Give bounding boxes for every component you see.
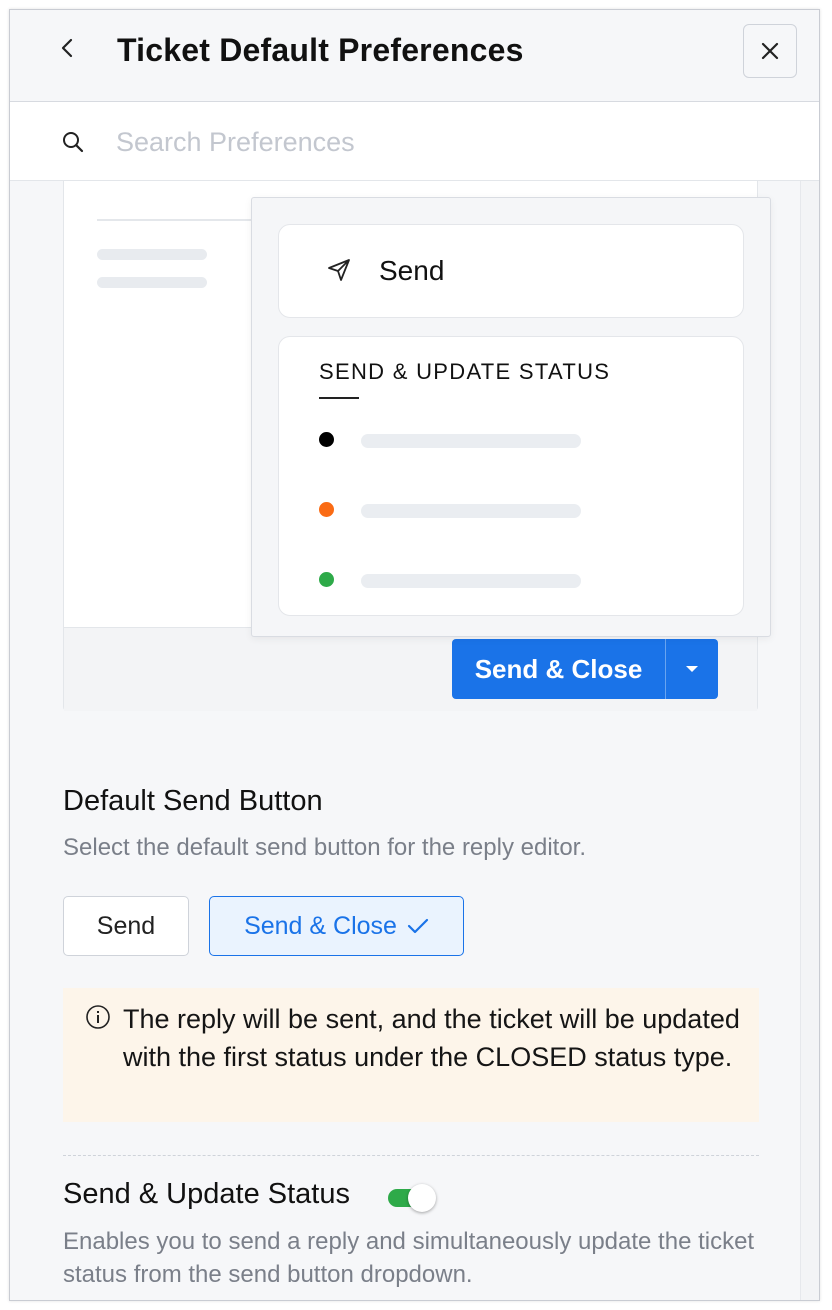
status-placeholder [361, 434, 581, 448]
status-placeholder [361, 574, 581, 588]
status-placeholder [361, 504, 581, 518]
send-button-preview: Send & Close Send SEND & UPDATE STATUS [63, 181, 771, 711]
preview-placeholder-line [97, 277, 207, 288]
option-send-label: Send [96, 911, 156, 940]
send-close-split-button[interactable]: Send & Close [452, 639, 718, 699]
status-option[interactable] [319, 429, 619, 449]
status-dot [319, 502, 334, 517]
dropdown-status-section: SEND & UPDATE STATUS [278, 336, 744, 616]
scrollbar[interactable] [800, 181, 819, 1300]
close-button[interactable] [743, 24, 797, 78]
send-update-status-description: Enables you to send a reply and simultan… [63, 1228, 755, 1288]
search-bar [10, 102, 819, 181]
send-dropdown-menu: Send SEND & UPDATE STATUS [251, 197, 771, 637]
dropdown-send-label: Send [379, 255, 445, 286]
send-update-status-toggle[interactable] [388, 1183, 436, 1213]
page-title: Ticket Default Preferences [117, 32, 524, 68]
info-text: The reply will be sent, and the ticket w… [123, 1004, 740, 1072]
option-send-button[interactable]: Send [63, 896, 189, 956]
status-option[interactable] [319, 499, 619, 519]
info-message: The reply will be sent, and the ticket w… [63, 988, 759, 1122]
default-send-button-title: Default Send Button [63, 785, 323, 817]
option-send-close-button[interactable]: Send & Close [209, 896, 464, 956]
panel-header: Ticket Default Preferences [10, 10, 819, 102]
status-dot [319, 432, 334, 447]
back-arrow-icon[interactable] [56, 36, 80, 60]
heading-underline [319, 397, 359, 399]
caret-down-icon [686, 666, 698, 672]
option-send-close-label: Send & Close [244, 911, 397, 940]
dropdown-send-option[interactable]: Send [278, 224, 744, 318]
info-icon [85, 1004, 111, 1030]
status-dot [319, 572, 334, 587]
status-section-heading: SEND & UPDATE STATUS [319, 359, 611, 384]
default-send-button-description: Select the default send button for the r… [63, 834, 587, 861]
preview-footer: Send & Close [64, 627, 757, 711]
section-divider [63, 1155, 759, 1156]
preferences-content: Send & Close Send SEND & UPDATE STATUS D… [10, 181, 800, 1300]
check-icon [407, 918, 429, 934]
search-input[interactable] [116, 122, 716, 162]
toggle-knob [408, 1184, 436, 1212]
close-icon [761, 42, 779, 60]
send-close-button[interactable]: Send & Close [452, 639, 666, 699]
preferences-panel: Ticket Default Preferences Send & Close [9, 9, 820, 1301]
send-plane-icon [325, 256, 353, 284]
search-icon [62, 131, 84, 153]
dropdown-caret-button[interactable] [666, 639, 718, 699]
send-update-status-title: Send & Update Status [63, 1178, 350, 1210]
status-option[interactable] [319, 569, 619, 589]
preview-placeholder-line [97, 249, 207, 260]
